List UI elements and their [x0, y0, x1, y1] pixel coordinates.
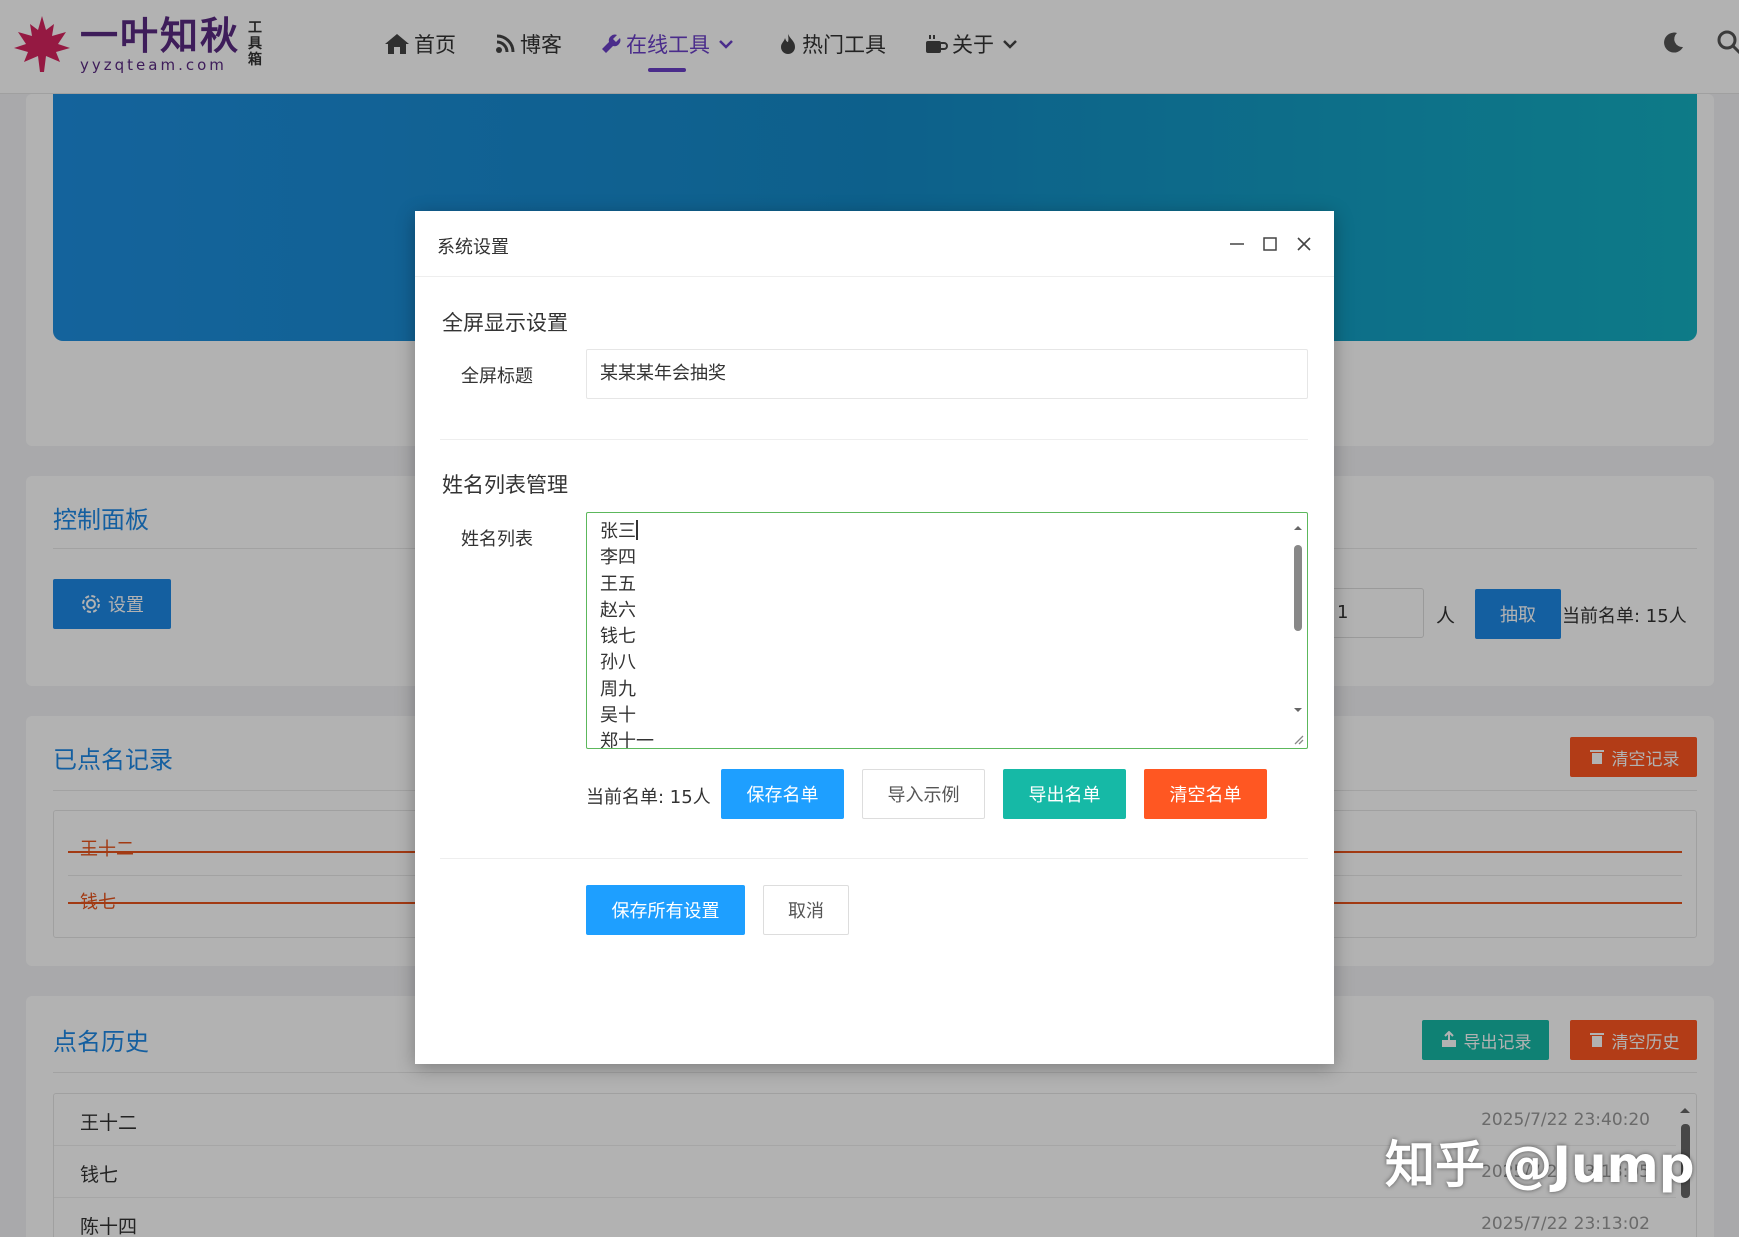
scroll-up-arrow-icon — [1294, 526, 1302, 530]
fullscreen-title-input[interactable]: 某某某年会抽奖 — [586, 349, 1308, 399]
names-list-label: 姓名列表 — [461, 529, 533, 550]
dialog-title: 系统设置 — [437, 237, 509, 258]
modal-current-count: 当前名单: 15人 — [586, 787, 711, 808]
save-all-settings-button[interactable]: 保存所有设置 — [586, 885, 745, 935]
scroll-down-arrow-icon — [1294, 708, 1302, 712]
export-list-button[interactable]: 导出名单 — [1003, 769, 1126, 819]
name-line: 郑十一 — [600, 731, 654, 749]
name-line: 孙八 — [600, 652, 636, 674]
fullscreen-title-label: 全屏标题 — [461, 366, 533, 387]
zhihu-watermark: 知乎 @Jump — [1385, 1136, 1695, 1194]
name-line: 李四 — [600, 547, 636, 569]
resize-handle-icon[interactable] — [1289, 730, 1305, 746]
names-section-title: 姓名列表管理 — [442, 473, 568, 497]
minimize-button[interactable] — [1224, 231, 1250, 257]
name-line: 吴十 — [600, 705, 636, 727]
maximize-button[interactable] — [1257, 231, 1283, 257]
name-line: 钱七 — [600, 626, 636, 648]
name-line: 周九 — [600, 678, 636, 700]
close-button[interactable] — [1291, 231, 1317, 257]
name-line: 赵六 — [600, 599, 636, 621]
name-line: 王五 — [600, 573, 636, 595]
settings-dialog: 系统设置 全屏显示设置 全屏标题 某某某年会抽奖 姓名列表管理 姓名列表 张三 … — [415, 211, 1334, 1064]
names-lines: 张三 李四 王五 赵六 钱七 孙八 周九 吴十 郑十一 — [600, 519, 654, 749]
text-caret — [636, 520, 638, 540]
maximize-icon — [1263, 237, 1277, 251]
fullscreen-section-title: 全屏显示设置 — [442, 311, 568, 335]
divider — [440, 439, 1308, 440]
textarea-scrollbar[interactable] — [1289, 513, 1307, 748]
scroll-thumb[interactable] — [1294, 545, 1302, 631]
save-list-button[interactable]: 保存名单 — [721, 769, 844, 819]
import-example-button[interactable]: 导入示例 — [862, 769, 985, 819]
divider — [440, 858, 1308, 859]
cancel-button[interactable]: 取消 — [763, 885, 849, 935]
dialog-header: 系统设置 — [415, 211, 1334, 277]
name-line: 张三 — [600, 520, 638, 542]
clear-list-button[interactable]: 清空名单 — [1144, 769, 1267, 819]
minimize-icon — [1230, 243, 1244, 245]
close-icon — [1297, 237, 1311, 251]
names-textarea[interactable]: 张三 李四 王五 赵六 钱七 孙八 周九 吴十 郑十一 — [586, 512, 1308, 749]
